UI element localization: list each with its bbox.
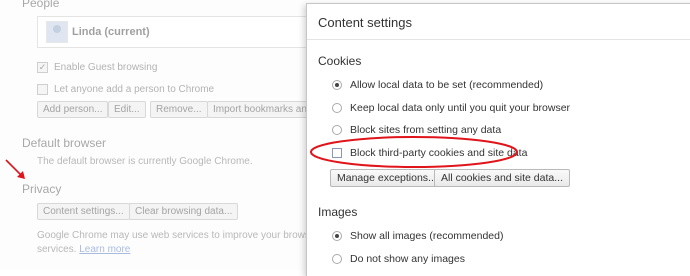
red-arrow-annotation xyxy=(5,159,25,179)
edit-person-button[interactable]: Edit... xyxy=(108,101,146,118)
profile-name: Linda (current) xyxy=(72,26,150,38)
remove-person-button[interactable]: Remove... xyxy=(150,101,208,118)
red-ellipse-annotation xyxy=(310,136,518,168)
privacy-description: Google Chrome may use web services to im… xyxy=(37,230,343,241)
let-anyone-checkbox[interactable] xyxy=(37,84,48,95)
learn-more-link[interactable]: Learn more xyxy=(79,244,130,255)
content-settings-button[interactable]: Content settings... xyxy=(37,203,130,220)
default-browser-text: The default browser is currently Google … xyxy=(37,156,253,167)
cookie-option-label: Keep local data only until you quit your… xyxy=(350,102,571,114)
cookie-option-label: Allow local data to be set (recommended) xyxy=(350,79,544,91)
enable-guest-row[interactable]: ✓ Enable Guest browsing xyxy=(37,62,157,73)
privacy-description-line2: services. Learn more xyxy=(37,244,130,255)
image-option-label: Show all images (recommended) xyxy=(350,230,504,242)
all-cookies-button[interactable]: All cookies and site data... xyxy=(434,169,570,187)
clear-browsing-data-button[interactable]: Clear browsing data... xyxy=(129,203,239,220)
let-anyone-label: Let anyone add a person to Chrome xyxy=(54,84,215,95)
image-option-none[interactable]: Do not show any images xyxy=(332,253,465,265)
enable-guest-checkbox[interactable]: ✓ xyxy=(37,62,48,73)
cookie-option-keep-until-quit[interactable]: Keep local data only until you quit your… xyxy=(332,102,570,114)
cookies-heading: Cookies xyxy=(318,54,362,68)
dialog-divider xyxy=(307,39,690,40)
add-person-button[interactable]: Add person... xyxy=(37,101,109,118)
cookie-option-allow[interactable]: Allow local data to be set (recommended) xyxy=(332,79,543,91)
people-heading: People xyxy=(22,0,60,10)
privacy-services-text: services. xyxy=(37,244,77,255)
image-option-show-all[interactable]: Show all images (recommended) xyxy=(332,230,503,242)
radio-show-all-images[interactable] xyxy=(332,231,342,241)
dialog-title: Content settings xyxy=(318,15,412,30)
avatar xyxy=(46,21,68,43)
radio-keep-until-quit[interactable] xyxy=(332,103,342,113)
radio-allow-local-data[interactable] xyxy=(332,80,342,90)
manage-exceptions-button[interactable]: Manage exceptions... xyxy=(330,169,444,187)
enable-guest-label: Enable Guest browsing xyxy=(54,62,158,73)
radio-no-images[interactable] xyxy=(332,254,342,264)
image-option-label: Do not show any images xyxy=(350,253,465,265)
default-browser-heading: Default browser xyxy=(22,136,107,150)
let-anyone-row[interactable]: Let anyone add a person to Chrome xyxy=(37,84,214,95)
import-bookmarks-button[interactable]: Import bookmarks and xyxy=(207,101,319,118)
profile-list-item[interactable]: Linda (current) xyxy=(37,16,311,48)
images-heading: Images xyxy=(318,205,358,219)
privacy-heading: Privacy xyxy=(22,182,62,196)
